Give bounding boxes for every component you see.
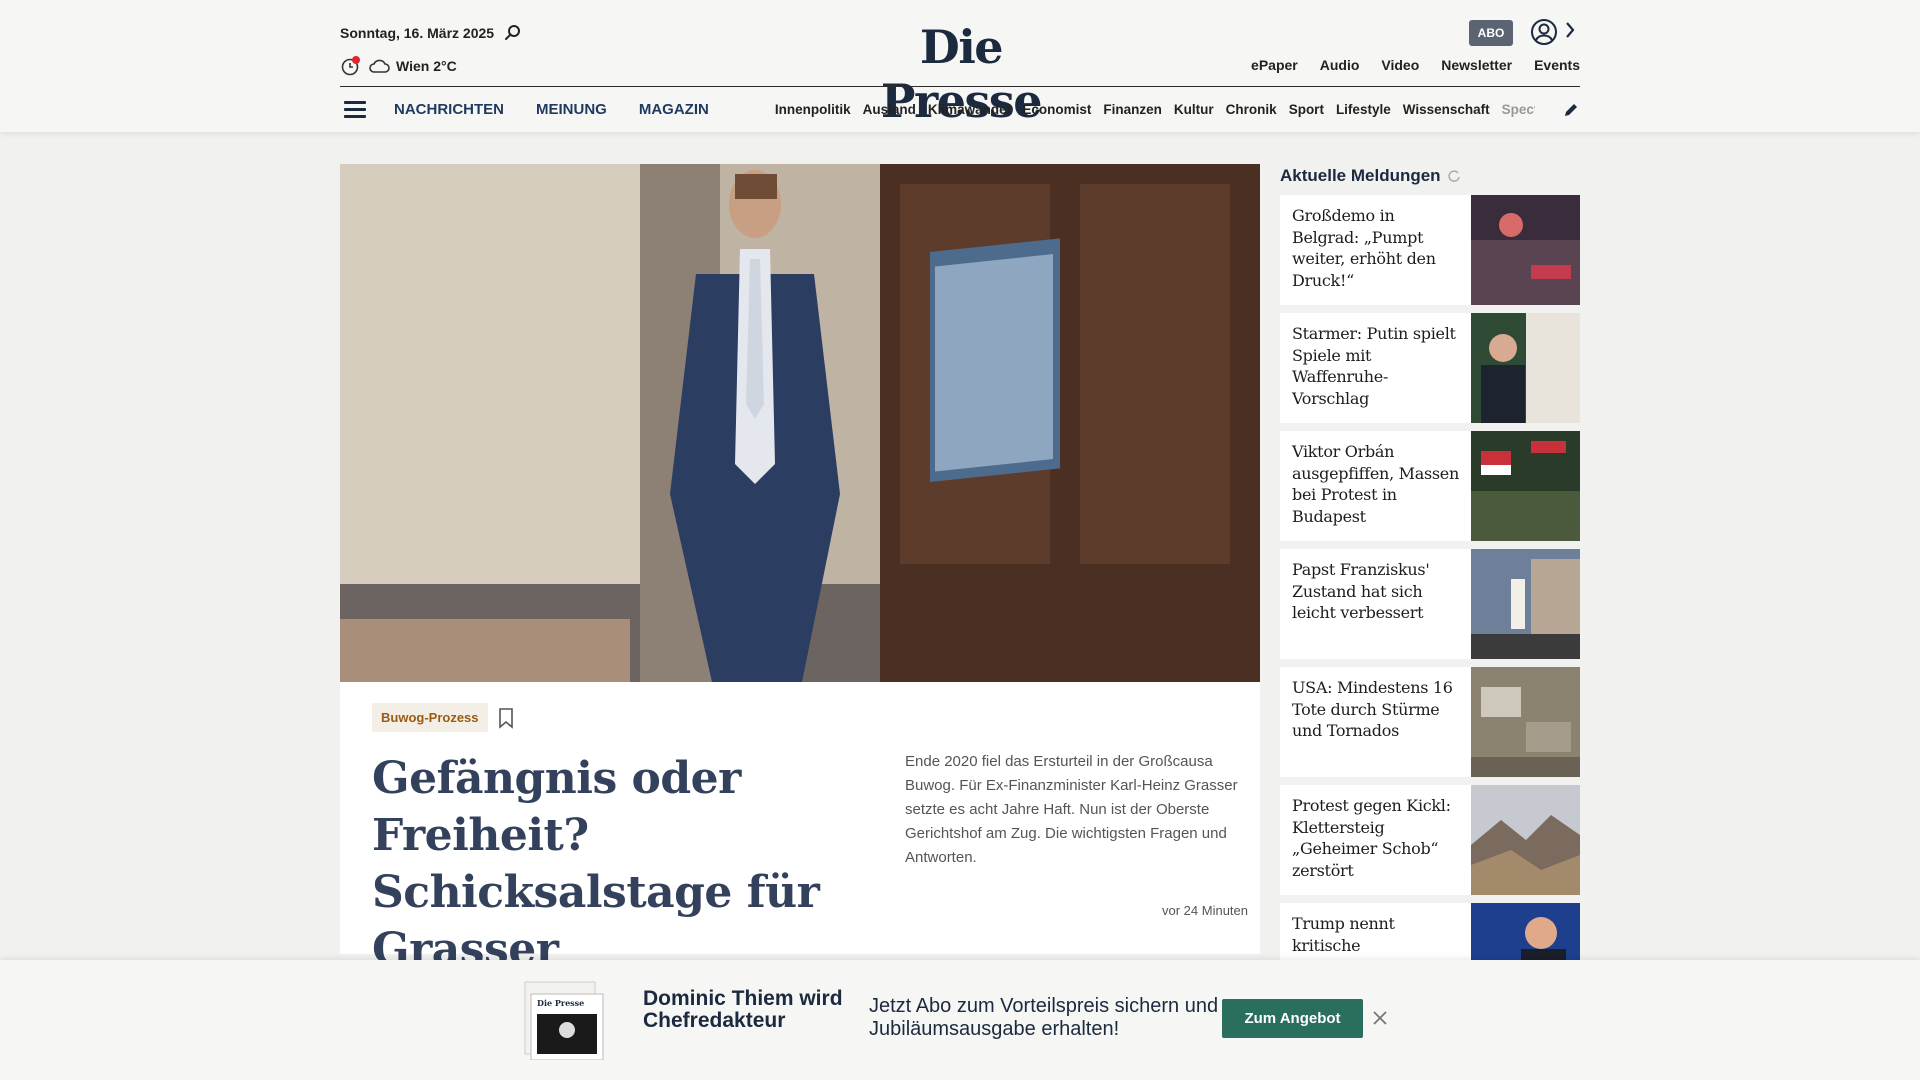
top-links: ePaper Audio Video Newsletter Events	[1251, 57, 1580, 73]
news-headline: Protest gegen Kickl: Klettersteig „Gehei…	[1292, 796, 1451, 880]
hero-image[interactable]	[340, 164, 1260, 682]
news-thumbnail	[1471, 431, 1580, 541]
hero-article[interactable]: Buwog-Prozess Gefängnis oder Freiheit? S…	[340, 164, 1260, 975]
nav-chronik[interactable]: Chronik	[1226, 102, 1277, 117]
promo-title: Dominic Thiem wird Chefredakteur	[643, 987, 843, 1032]
nav-nachrichten[interactable]: NACHRICHTEN	[394, 101, 504, 118]
nav-sport[interactable]: Sport	[1289, 102, 1324, 117]
news-headline: Großdemo in Belgrad: „Pumpt weiter, erhö…	[1292, 206, 1436, 290]
nav-wissenschaft[interactable]: Wissenschaft	[1403, 102, 1490, 117]
promo-offer-button[interactable]: Zum Angebot	[1222, 999, 1363, 1038]
hamburger-menu-icon[interactable]	[344, 97, 366, 122]
hero-teaser: Ende 2020 fiel das Ersturteil in der Gro…	[905, 753, 1238, 866]
nav-innenpolitik[interactable]: Innenpolitik	[775, 102, 851, 117]
news-item[interactable]: Starmer: Putin spielt Spiele mit Waffenr…	[1280, 313, 1580, 423]
news-thumbnail	[1471, 549, 1580, 659]
link-audio[interactable]: Audio	[1320, 57, 1360, 73]
refresh-icon[interactable]	[1447, 169, 1461, 183]
news-item[interactable]: Großdemo in Belgrad: „Pumpt weiter, erhö…	[1280, 195, 1580, 305]
site-header: Sonntag, 16. März 2025 Wien 2°C Die Pres…	[0, 0, 1920, 132]
news-item[interactable]: USA: Mindestens 16 Tote durch Stürme und…	[1280, 667, 1580, 777]
nav-kultur[interactable]: Kultur	[1174, 102, 1214, 117]
news-headline: USA: Mindestens 16 Tote durch Stürme und…	[1292, 678, 1453, 740]
news-thumbnail	[1471, 785, 1580, 895]
link-events[interactable]: Events	[1534, 57, 1580, 73]
nav-finanzen[interactable]: Finanzen	[1103, 102, 1162, 117]
pen-icon[interactable]	[1562, 101, 1580, 119]
nav-ausland[interactable]: Ausland	[863, 102, 916, 117]
hero-body: Buwog-Prozess Gefängnis oder Freiheit? S…	[340, 682, 1260, 975]
news-thumbnail	[1471, 667, 1580, 777]
news-item[interactable]: Protest gegen Kickl: Klettersteig „Gehei…	[1280, 785, 1580, 895]
section-nav: Innenpolitik Ausland Klimawandel Economi…	[775, 102, 1535, 117]
abo-button[interactable]: ABO	[1469, 20, 1513, 46]
promo-newspaper-image: Die Presse	[524, 981, 604, 1060]
news-thumbnail	[1471, 903, 1580, 960]
cloud-icon	[368, 58, 390, 74]
news-item[interactable]: Viktor Orbán ausgepfiffen, Massen bei Pr…	[1280, 431, 1580, 541]
topic-tag[interactable]: Buwog-Prozess	[372, 703, 488, 732]
link-newsletter[interactable]: Newsletter	[1441, 57, 1512, 73]
sidebar-title-text: Aktuelle Meldungen	[1280, 166, 1441, 185]
news-thumbnail	[1471, 313, 1580, 423]
news-list: Großdemo in Belgrad: „Pumpt weiter, erhö…	[1280, 195, 1580, 960]
current-date: Sonntag, 16. März 2025	[340, 25, 495, 41]
nav-klimawandel[interactable]: Klimawandel	[928, 102, 1011, 117]
header-inner: Sonntag, 16. März 2025 Wien 2°C Die Pres…	[340, 0, 1580, 132]
nav-meinung[interactable]: MEINUNG	[536, 101, 607, 118]
nav-lifestyle[interactable]: Lifestyle	[1336, 102, 1391, 117]
link-epaper[interactable]: ePaper	[1251, 57, 1298, 73]
nav-spectrum[interactable]: Spectrum	[1502, 102, 1535, 117]
tag-row: Buwog-Prozess	[372, 703, 514, 732]
publish-time: vor 24 Minuten	[1162, 903, 1248, 918]
news-thumbnail	[1471, 195, 1580, 305]
svg-text:Die Presse: Die Presse	[537, 998, 584, 1008]
hero-headline[interactable]: Gefängnis oder Freiheit? Schicksalstage …	[372, 750, 882, 978]
nav-magazin[interactable]: MAGAZIN	[639, 101, 709, 118]
weather-row: Wien 2°C	[340, 55, 457, 77]
news-headline: Papst Franziskus' Zustand hat sich leich…	[1292, 560, 1430, 622]
news-headline: Viktor Orbán ausgepfiffen, Massen bei Pr…	[1292, 442, 1459, 526]
link-video[interactable]: Video	[1381, 57, 1419, 73]
weather-text: Wien 2°C	[396, 58, 457, 74]
news-headline: Starmer: Putin spielt Spiele mit Waffenr…	[1292, 324, 1456, 408]
nav-economist[interactable]: Economist	[1022, 102, 1091, 117]
chevron-right-icon[interactable]	[1564, 20, 1576, 40]
news-item[interactable]: Trump nennt kritische	[1280, 903, 1580, 960]
close-icon[interactable]	[1372, 1010, 1388, 1026]
news-item[interactable]: Papst Franziskus' Zustand hat sich leich…	[1280, 549, 1580, 659]
notification-clock-icon[interactable]	[340, 55, 362, 77]
promo-text: Jetzt Abo zum Vorteilspreis sichern und …	[869, 995, 1219, 1040]
date-row: Sonntag, 16. März 2025	[340, 24, 522, 42]
promo-banner: Die Presse Dominic Thiem wird Chefredakt…	[0, 960, 1920, 1080]
bookmark-icon[interactable]	[498, 707, 514, 729]
news-headline: Trump nennt kritische	[1292, 914, 1395, 955]
search-icon[interactable]	[504, 24, 522, 42]
sidebar-title: Aktuelle Meldungen	[1280, 166, 1461, 186]
main-nav: NACHRICHTEN MEINUNG MAGAZIN Innenpolitik…	[340, 87, 1580, 132]
user-account-icon[interactable]	[1530, 18, 1558, 46]
